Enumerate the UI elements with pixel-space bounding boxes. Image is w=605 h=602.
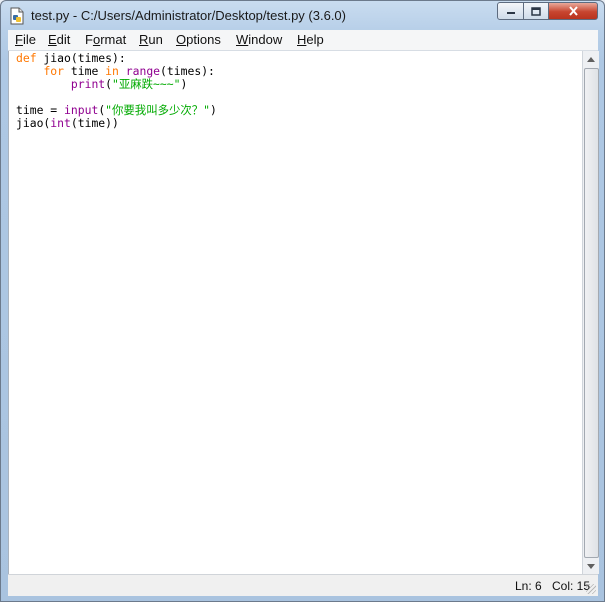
code-token: (time)) (70, 116, 119, 130)
resize-grip-icon[interactable] (586, 584, 596, 594)
code-token: ( (105, 77, 113, 91)
scroll-thumb[interactable] (584, 68, 599, 558)
code-token: jiao( (16, 116, 51, 130)
code-token: time = (16, 103, 65, 117)
scroll-down-arrow[interactable] (583, 558, 599, 574)
code-token: def (16, 51, 37, 65)
chevron-down-icon (587, 563, 595, 569)
vertical-scrollbar[interactable] (582, 51, 599, 574)
title-bar[interactable]: test.py - C:/Users/Administrator/Desktop… (1, 1, 604, 31)
code-token: for (43, 64, 65, 78)
code-editor[interactable]: def jiao(times): for time in range(times… (8, 51, 583, 574)
code-token: int (50, 116, 71, 130)
idle-editor-window: test.py - C:/Users/Administrator/Desktop… (0, 0, 605, 602)
maximize-icon (531, 6, 541, 16)
code-line[interactable]: print("亚麻跌~~~") (16, 78, 217, 91)
menu-file[interactable]: File (15, 32, 36, 47)
code-token: "你要我叫多少次？" (105, 103, 211, 117)
status-bar: Ln: 6 Col: 15 (8, 574, 598, 596)
code-token: in (105, 64, 119, 78)
menu-bar: File Edit Format Run Options Window Help (8, 30, 598, 51)
code-line[interactable]: jiao(int(time)) (16, 117, 217, 130)
code-token: time (64, 64, 106, 78)
minimize-button[interactable] (497, 2, 524, 20)
code-token: print (70, 77, 106, 91)
python-idle-file-icon (10, 7, 24, 25)
menu-run[interactable]: Run (139, 32, 163, 47)
chevron-up-icon (587, 56, 595, 62)
menu-help[interactable]: Help (297, 32, 324, 47)
scroll-up-arrow[interactable] (583, 51, 599, 67)
window-title: test.py - C:/Users/Administrator/Desktop… (31, 8, 346, 23)
menu-edit[interactable]: Edit (48, 32, 70, 47)
code-token: range (125, 64, 161, 78)
code-token: ) (180, 77, 188, 91)
menu-format[interactable]: Format (85, 32, 126, 47)
maximize-button[interactable] (523, 2, 549, 20)
menu-options[interactable]: Options (176, 32, 221, 47)
close-button[interactable] (548, 2, 598, 20)
code-token: ) (210, 103, 217, 117)
column-number: Col: 15 (552, 579, 591, 593)
code-token: jiao(times): (36, 51, 126, 65)
code-token: input (64, 103, 99, 117)
menu-window[interactable]: Window (236, 32, 282, 47)
code-token: "亚麻跌~~~" (112, 77, 181, 91)
close-icon (568, 6, 578, 16)
line-number: Ln: 6 (515, 579, 542, 593)
code-text[interactable]: def jiao(times): for time in range(times… (16, 52, 217, 130)
minimize-icon (506, 12, 515, 14)
code-token: (times): (160, 64, 215, 78)
